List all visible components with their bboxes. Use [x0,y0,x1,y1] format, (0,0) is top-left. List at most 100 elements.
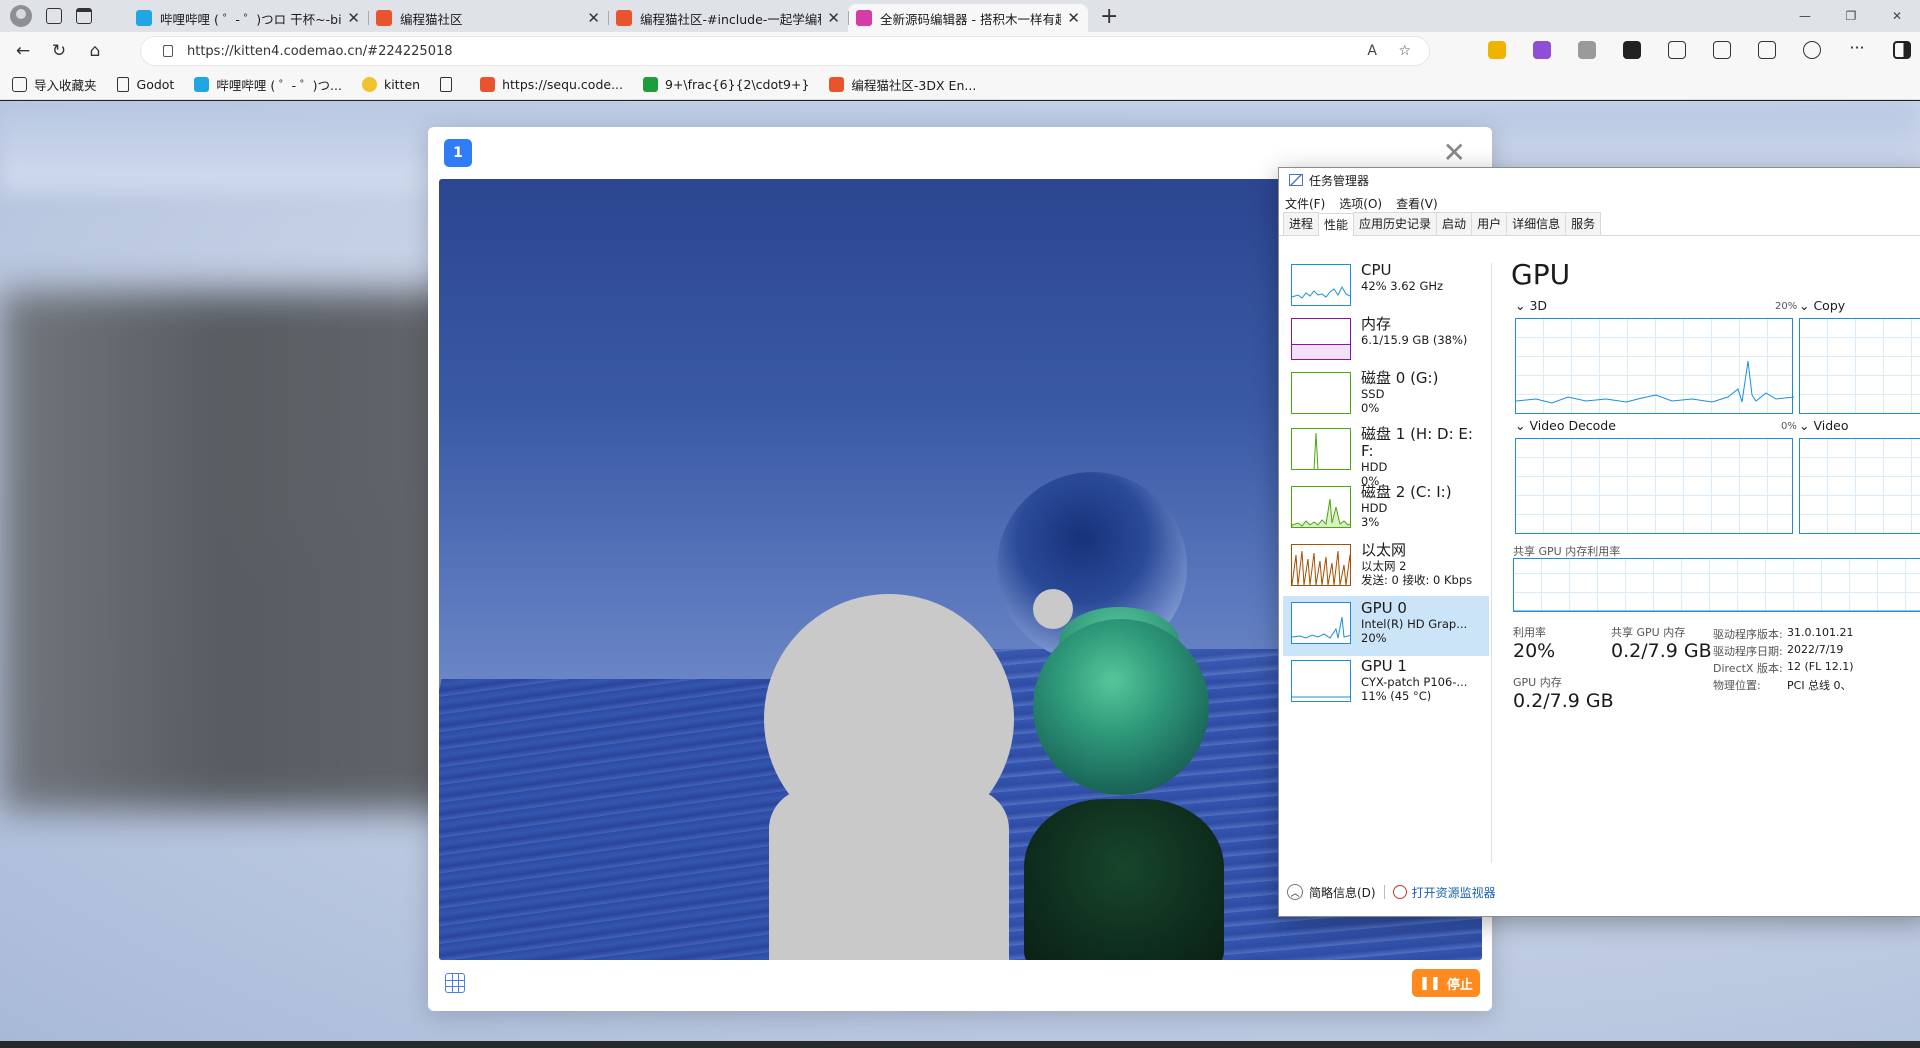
read-aloud-icon[interactable]: A [1367,43,1377,59]
tab-bilibili[interactable]: 哔哩哔哩 ( ゜- ゜)つロ 干杯~-bilibili ✕ [128,4,368,32]
perf-item-name: GPU 1 [1361,657,1407,675]
tab-startup[interactable]: 启动 [1436,212,1473,235]
task-manager-tabs: 进程 性能 应用历史记录 启动 用户 详细信息 服务 [1279,212,1920,236]
split-screen-icon[interactable] [1713,41,1731,59]
perf-item-text: 磁盘 0 (G:) SSD 0% [1361,370,1438,416]
new-tab-button[interactable]: + [1100,4,1118,29]
engine-video-selector[interactable]: ⌄ Video [1799,418,1848,433]
stage-number-badge[interactable]: 1 [444,139,472,167]
engine-copy-graph [1799,318,1920,414]
engine-label: Copy [1813,298,1846,313]
tab-codemao-community[interactable]: 编程猫社区 ✕ [368,4,608,32]
bookmark-godot[interactable]: Godot [116,77,175,92]
tab-actions-icon[interactable] [76,8,92,24]
perf-item-detail: HDD [1361,460,1388,474]
profile-avatar[interactable] [10,5,32,27]
task-manager-footer: ︿ 简略信息(D) 打开资源监视器 [1279,880,1920,904]
bookmark-sequ[interactable]: https://sequ.code... [480,77,623,92]
restore-icon[interactable]: ❐ [1828,0,1874,32]
tab-app-history[interactable]: 应用历史记录 [1353,212,1438,235]
extension-dark-icon[interactable] [1623,41,1641,59]
back-icon[interactable]: ← [6,36,40,66]
extension-gray-icon[interactable] [1578,41,1596,59]
performance-icon[interactable] [1803,41,1821,59]
close-tab-icon[interactable]: ✕ [1067,9,1080,27]
home-icon[interactable]: ⌂ [78,36,112,66]
fewer-details-link[interactable]: 简略信息(D) [1309,884,1376,901]
shared-gpu-mem-graph [1513,558,1920,612]
green-sphere-shadow [1024,799,1224,960]
sidebar-toggle-icon[interactable] [1893,41,1911,59]
perf-item-memory[interactable]: 内存 6.1/15.9 GB (38%) [1283,312,1489,372]
bilibili-icon [136,10,152,26]
bookmark-label: Godot [136,77,175,92]
bookmark-blank[interactable] [440,77,460,92]
tab-users[interactable]: 用户 [1471,212,1508,235]
extension-purple-icon[interactable] [1533,41,1551,59]
close-tab-icon[interactable]: ✕ [827,9,840,27]
tab-processes[interactable]: 进程 [1283,212,1320,235]
tab-performance[interactable]: 性能 [1318,213,1355,236]
perf-item-detail: SSD [1361,387,1385,401]
tab-codemao-include[interactable]: 编程猫社区-#include-一起学编程 ✕ [608,4,848,32]
extensions-puzzle-icon[interactable] [1668,41,1686,59]
perf-item-name: 磁盘 1 (H: D: E: F: [1361,425,1473,460]
task-manager-titlebar[interactable]: 任务管理器 [1279,168,1920,192]
close-icon[interactable]: ✕ [1443,139,1466,167]
url-field[interactable]: https://kitten4.codemao.cn/#224225018 A … [140,36,1430,66]
minimize-icon[interactable]: — [1782,0,1828,32]
more-menu-icon[interactable]: ··· [1848,40,1866,59]
menu-file[interactable]: 文件(F) [1285,195,1325,212]
bilibili-icon [194,77,210,92]
refresh-icon[interactable]: ↻ [42,36,76,66]
perf-item-text: GPU 1 CYX-patch P106-... 11% (45 °C) [1361,657,1467,704]
open-resource-monitor-link[interactable]: 打开资源监视器 [1412,884,1496,901]
engine-3d-selector[interactable]: ⌄ 3D [1515,298,1547,313]
bookmark-label: kitten [383,77,421,92]
perf-item-name: 内存 [1361,315,1392,333]
tab-services[interactable]: 服务 [1565,212,1602,235]
close-tab-icon[interactable]: ✕ [347,9,360,27]
chevron-up-icon[interactable]: ︿ [1287,884,1303,900]
tab-details[interactable]: 详细信息 [1506,212,1567,235]
tab-source-editor[interactable]: 全新源码编辑器 - 搭积木一样有趣 ✕ [848,4,1088,32]
bookmark-formula[interactable]: 9+\frac{6}{2\cdot9+} [643,77,809,92]
perf-item-detail: HDD [1361,501,1388,515]
kitten-icon [361,77,377,92]
perf-item-text: 以太网 以太网 2 发送: 0 接收: 0 Kbps [1361,542,1472,588]
gpu-detail-pane: GPU ⌄ 3D 20% ⌄ Copy ⌄ Video Decode 0% ⌄ … [1511,258,1920,818]
menu-options[interactable]: 选项(O) [1339,195,1382,212]
perf-item-gpu1[interactable]: GPU 1 CYX-patch P106-... 11% (45 °C) [1283,654,1489,714]
engine-copy-selector[interactable]: ⌄ Copy [1799,298,1845,313]
perf-item-gpu0[interactable]: GPU 0 Intel(R) HD Grap... 20% [1283,596,1489,656]
bookmark-import[interactable]: 导入收藏夹 [12,75,97,94]
browser-tab-bar: 哔哩哔哩 ( ゜- ゜)つロ 干杯~-bilibili ✕ 编程猫社区 ✕ 编程… [0,0,1920,32]
bookmark-3dx[interactable]: 编程猫社区-3DX En... [829,75,976,94]
workspaces-icon[interactable] [46,8,62,24]
engine-video-decode-selector[interactable]: ⌄ Video Decode [1515,418,1616,433]
perf-item-disk2[interactable]: 磁盘 2 (C: I:) HDD 3% [1283,480,1489,540]
bookmark-kitten[interactable]: kitten [361,77,421,92]
extension-folder-icon[interactable] [1488,41,1506,59]
bookmark-bilibili[interactable]: 哔哩哔哩 ( ゜- ゜)つ... [194,75,342,94]
perf-item-ethernet[interactable]: 以太网 以太网 2 发送: 0 接收: 0 Kbps [1283,538,1489,598]
close-window-icon[interactable]: ✕ [1874,0,1920,32]
favorite-star-icon[interactable]: ☆ [1398,43,1411,59]
codemao-icon [829,77,845,92]
perf-item-disk0[interactable]: 磁盘 0 (G:) SSD 0% [1283,366,1489,426]
small-white-sphere [1033,589,1073,629]
lock-icon[interactable] [163,45,173,57]
menu-view[interactable]: 查看(V) [1396,195,1438,212]
codemao-icon [616,10,632,26]
perf-item-cpu[interactable]: CPU 42% 3.62 GHz [1283,258,1489,318]
perf-item-text: CPU 42% 3.62 GHz [1361,262,1443,294]
gpu0-mini-graph [1291,602,1351,644]
grid-toggle-icon[interactable] [445,973,465,993]
engine-3d-graph [1515,318,1795,414]
close-tab-icon[interactable]: ✕ [587,9,600,27]
pane-divider[interactable] [1491,263,1492,863]
perf-item-disk1[interactable]: 磁盘 1 (H: D: E: F: HDD 0% [1283,422,1489,488]
stop-button[interactable]: ❚❚ 停止 [1412,969,1480,997]
collections-icon[interactable] [1758,41,1776,59]
pause-icon: ❚❚ [1419,975,1441,991]
